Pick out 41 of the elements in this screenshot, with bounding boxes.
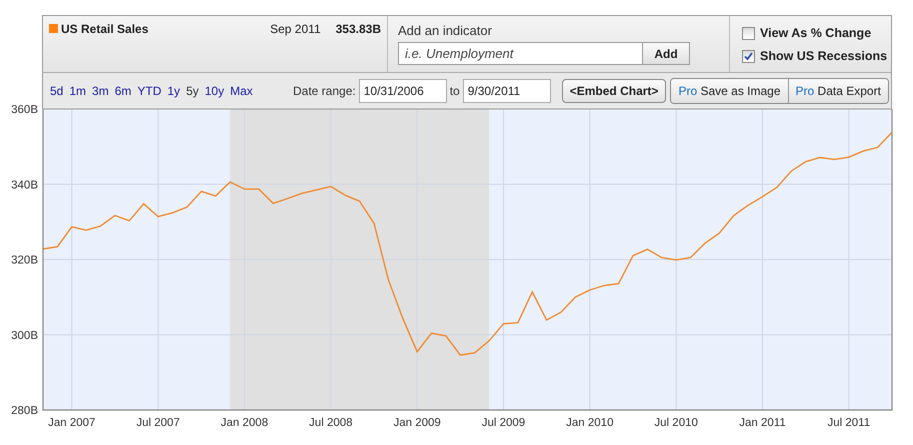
range-link[interactable]: 6m <box>114 84 132 98</box>
option-label: View As % Change <box>760 26 872 40</box>
checkbox[interactable] <box>742 50 755 62</box>
x-axis-label: Jul 2009 <box>482 417 526 429</box>
range-link[interactable]: YTD <box>137 84 162 98</box>
latest-value: 353.83B <box>336 22 381 36</box>
range-link[interactable]: 3m <box>92 84 109 98</box>
y-axis-label: 300B <box>11 330 38 342</box>
series-name: US Retail Sales <box>61 22 150 36</box>
y-axis-label: 280B <box>11 405 38 417</box>
y-axis-label: 340B <box>11 179 38 192</box>
x-axis-label: Jul 2010 <box>654 417 698 429</box>
x-axis-label: Jan 2009 <box>393 417 441 429</box>
add-button[interactable]: Add <box>643 42 690 65</box>
pro-button[interactable]: Pro Save as Image <box>671 79 788 103</box>
x-axis-label: Jan 2010 <box>566 417 614 429</box>
x-axis-label: Jul 2008 <box>309 417 353 429</box>
date-range-label: Date range: <box>293 84 356 98</box>
range-link[interactable]: 5y <box>186 84 199 98</box>
y-axis-label: 360B <box>11 104 38 116</box>
pro-button[interactable]: Pro Data Export <box>788 79 888 103</box>
x-axis-label: Jul 2007 <box>136 417 180 429</box>
x-axis-label: Jan 2007 <box>48 417 96 429</box>
latest-date: Sep 2011 <box>270 22 321 36</box>
indicator-field[interactable]: i.e. Unemployment <box>398 42 643 65</box>
x-axis-label: Jan 2008 <box>220 417 268 429</box>
range-link[interactable]: 5d <box>50 84 64 98</box>
x-axis-label: Jan 2011 <box>739 417 786 429</box>
y-axis-label: 320B <box>11 254 38 266</box>
range-link[interactable]: 1y <box>167 84 180 98</box>
range-link[interactable]: 1m <box>69 84 86 98</box>
checkbox[interactable] <box>742 26 755 40</box>
option-label: Show US Recessions <box>760 49 888 63</box>
indicator-label: Add an indicator <box>398 23 493 38</box>
end-date-field[interactable]: 9/30/2011 <box>462 79 551 103</box>
x-axis-label: Jul 2011 <box>828 417 870 429</box>
range-link[interactable]: 10y <box>204 84 224 98</box>
to-label: to <box>450 84 460 98</box>
start-date-field[interactable]: 10/31/2006 <box>358 79 447 103</box>
embed-chart-button[interactable]: <Embed Chart> <box>562 79 666 103</box>
range-link[interactable]: Max <box>230 84 253 98</box>
